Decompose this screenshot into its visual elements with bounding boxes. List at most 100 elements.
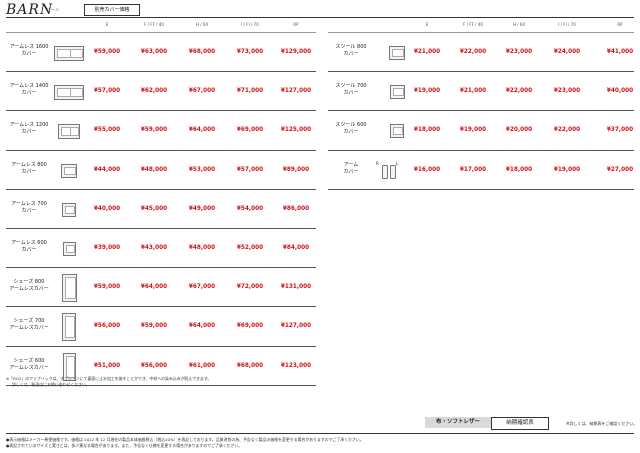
- price-value: ¥53,000: [188, 164, 216, 173]
- product-name-line: カバー: [21, 247, 37, 254]
- seat-cushion: [64, 277, 76, 300]
- product-name-line: カバー: [21, 90, 37, 97]
- bottom-divider: [6, 433, 634, 434]
- price-value: ¥41,000: [606, 47, 634, 56]
- price-value: ¥52,000: [236, 243, 264, 252]
- price-value: ¥64,000: [188, 125, 216, 134]
- right-column-label: RP: [617, 22, 623, 27]
- delivery-check-button[interactable]: 納期確認表: [491, 417, 549, 430]
- left-price-row: アームレス 700 カバー ¥40,000 ¥45,000 ¥49,000 ¥54,000…: [6, 190, 316, 229]
- product-name-line: カバー: [343, 168, 359, 175]
- fabric-note: ※「RG2」のファブリックは、オプションにて裏面に止水加工を施すことができ、中材…: [6, 376, 211, 388]
- product-name: スツール 700 カバー: [328, 83, 374, 97]
- price-value: ¥64,000: [188, 321, 216, 330]
- left-price-row: アームレス 600 カバー ¥39,000 ¥43,000 ¥48,000 ¥52,000…: [6, 229, 316, 269]
- seat-cushion: [57, 87, 71, 97]
- price-value: ¥131,000: [280, 282, 312, 291]
- product-name-line: スツール 700: [335, 83, 367, 90]
- product-name: アームレス 1600 カバー: [6, 44, 52, 58]
- right-price-table: EF / FF / 40 H / 60 I / FI / 70 RP スツール 800 カ…: [328, 20, 634, 190]
- product-name-line: アームレス 1400: [9, 83, 49, 90]
- right-column-label: H / 60: [513, 22, 525, 27]
- product-name-line: アームレス 700: [11, 200, 47, 207]
- price-value: ¥23,000: [505, 47, 533, 56]
- left-column-label: I / FI / 70: [241, 22, 259, 27]
- product-name-line: カバー: [343, 129, 359, 136]
- price-value: ¥48,000: [140, 164, 168, 173]
- seat-cushion: [392, 49, 404, 58]
- seat-cushion: [65, 245, 75, 254]
- left-price-row: アームレス 1200 カバー ¥55,000 ¥59,000 ¥64,000 ¥69,00…: [6, 111, 316, 151]
- price-value: ¥61,000: [188, 360, 216, 369]
- price-value: ¥19,000: [459, 125, 487, 134]
- product-name: アームレス 1400 カバー: [6, 83, 52, 97]
- left-column-header: E F / FF / 40 H / 60 I / FI / 70 RP: [6, 20, 316, 33]
- price-value: ¥73,000: [236, 47, 264, 56]
- seat-cushion: [65, 355, 75, 378]
- price-value: ¥27,000: [606, 164, 634, 173]
- product-name-line: アームレス 600: [11, 240, 47, 247]
- product-name-line: アームレスカバー: [9, 325, 49, 332]
- arm-side-label: L: [396, 160, 399, 166]
- seat-cushion: [393, 127, 403, 136]
- left-column-label: F / FF / 40: [144, 22, 164, 27]
- seat-cushion: [65, 316, 75, 339]
- product-name-line: アームレスカバー: [9, 286, 49, 293]
- top-divider: [6, 17, 634, 18]
- left-price-row: アームレス 1400 カバー ¥57,000 ¥62,000 ¥67,000 ¥71,00…: [6, 72, 316, 112]
- product-name: アームレス 700 カバー: [6, 201, 52, 215]
- right-price-row: スツール 700 カバー ¥19,000 ¥21,000 ¥22,000 ¥23,000 ¥…: [328, 72, 634, 112]
- product-name: スツール 800 カバー: [328, 44, 374, 58]
- product-name: シェーズ 600 アームレスカバー: [6, 358, 52, 372]
- seat-cushion: [65, 205, 75, 214]
- seat-cushion: [69, 48, 83, 58]
- sofa-module-icon: [54, 45, 84, 61]
- price-value: ¥59,000: [140, 321, 168, 330]
- price-value: ¥62,000: [140, 86, 168, 95]
- product-name-line: カバー: [343, 90, 359, 97]
- product-name: アームレス 600 カバー: [6, 240, 52, 254]
- arm-shape: [382, 164, 388, 179]
- footer-line-2: ●表記されているサイズと実寸とは、多少異なる場合があります。また、予告なく仕様を…: [6, 443, 243, 448]
- footer-notes: ●表示価格はメーカー希望価格です。価格は 2022 年 12 月現在の製品本体価…: [6, 437, 364, 449]
- price-value: ¥84,000: [282, 243, 310, 252]
- seat-cushion: [64, 166, 76, 175]
- left-column-label: E: [105, 22, 109, 27]
- price-value: ¥56,000: [140, 360, 168, 369]
- price-value: ¥69,000: [236, 125, 264, 134]
- price-value: ¥22,000: [505, 86, 533, 95]
- right-price-row: スツール 800 カバー ¥21,000 ¥22,000 ¥23,000 ¥24,000 ¥…: [328, 33, 634, 73]
- product-name-line: スツール 800: [335, 44, 367, 51]
- right-price-row: アーム カバー R L ¥16,000 ¥17,000 ¥18,000 ¥19,000 ¥27,…: [328, 151, 634, 190]
- arm-shape: [390, 164, 396, 179]
- sofa-module-icon: [389, 46, 405, 61]
- sofa-module-icon: [61, 163, 77, 178]
- price-value: ¥51,000: [93, 360, 121, 369]
- price-value: ¥64,000: [140, 282, 168, 291]
- price-value: ¥17,000: [459, 164, 487, 173]
- seat-cushion: [57, 48, 71, 58]
- price-value: ¥125,000: [280, 125, 312, 134]
- price-value: ¥55,000: [93, 125, 121, 134]
- left-price-row: シェーズ 800 アームレスカバー ¥59,000 ¥64,000 ¥67,000 ¥72…: [6, 268, 316, 308]
- product-name-line: アーム: [343, 161, 359, 168]
- sofa-module-icon: [62, 313, 76, 342]
- seat-cushion: [392, 88, 404, 97]
- delivery-note: ※詳しくは、納期表をご確認ください。: [566, 421, 638, 426]
- price-value: ¥57,000: [93, 86, 121, 95]
- price-value: ¥127,000: [280, 321, 312, 330]
- price-value: ¥67,000: [188, 86, 216, 95]
- right-column-label: F / FF / 40: [463, 22, 483, 27]
- price-value: ¥39,000: [93, 243, 121, 252]
- price-value: ¥72,000: [236, 282, 264, 291]
- product-name: アーム カバー: [328, 162, 374, 176]
- left-price-row: アームレス 800 カバー ¥44,000 ¥48,000 ¥53,000 ¥57,000…: [6, 151, 316, 190]
- price-value: ¥19,000: [413, 86, 441, 95]
- price-value: ¥18,000: [505, 164, 533, 173]
- left-column-label: RP: [293, 22, 299, 27]
- price-value: ¥57,000: [236, 164, 264, 173]
- fabric-softleather-tab[interactable]: 布・ソフトレザー: [425, 417, 491, 428]
- product-name-line: スツール 600: [335, 122, 367, 129]
- price-value: ¥21,000: [459, 86, 487, 95]
- fabric-note-line-2: 詳しくは、販売店にお問い合わせください。: [12, 382, 90, 387]
